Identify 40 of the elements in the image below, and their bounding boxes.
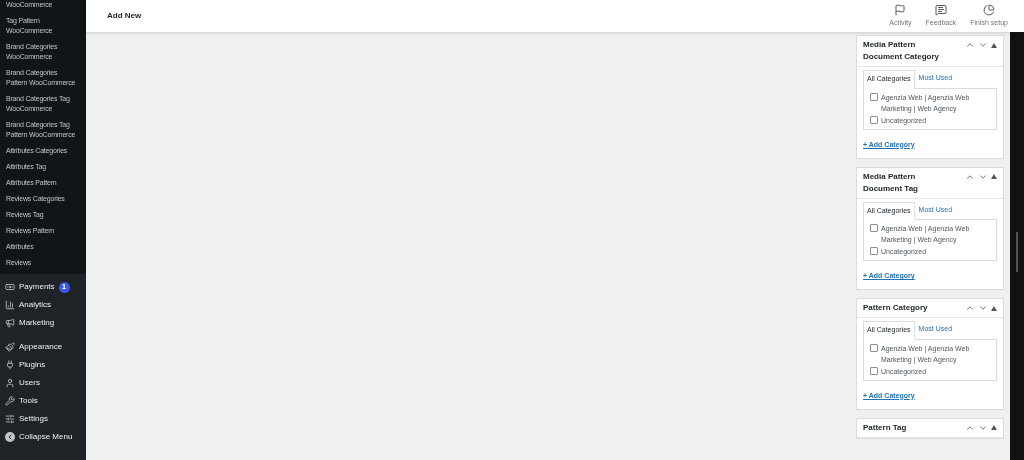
move-up-icon[interactable] xyxy=(965,303,975,313)
menu-item[interactable]: Payments xyxy=(19,281,55,293)
toggle-icon[interactable] xyxy=(991,42,997,48)
toggle-icon[interactable] xyxy=(991,305,997,311)
toggle-icon[interactable] xyxy=(991,174,997,179)
menu-item[interactable]: Plugins xyxy=(19,359,46,371)
message-icon xyxy=(934,3,947,16)
user-icon xyxy=(5,378,15,388)
box-title: Media Pattern Document Category xyxy=(863,39,940,63)
checkbox[interactable] xyxy=(870,115,878,124)
paintbrush-icon xyxy=(5,342,15,352)
toggle-icon[interactable] xyxy=(991,425,997,430)
menu-item[interactable]: Tools xyxy=(19,395,38,407)
count-badge: 1 xyxy=(58,281,70,293)
menu-item[interactable]: Marketing xyxy=(19,317,55,329)
chevron-left-icon xyxy=(5,432,15,442)
menu-item[interactable]: Users xyxy=(19,377,40,389)
checkbox[interactable] xyxy=(870,247,878,255)
menu-item[interactable]: Collapse Menu xyxy=(19,431,73,443)
box-title: Pattern Tag xyxy=(863,421,908,434)
menu-item[interactable]: Analytics xyxy=(19,299,51,311)
menu-item[interactable]: Appearance xyxy=(19,341,63,353)
move-up-icon[interactable] xyxy=(965,40,975,50)
checkbox[interactable] xyxy=(870,92,878,101)
box-title: Media Pattern Document Tag xyxy=(863,170,919,195)
flag-icon xyxy=(894,3,907,16)
box-title: Pattern Category xyxy=(863,302,929,314)
wrench-icon xyxy=(5,396,15,406)
menu-item[interactable]: Settings xyxy=(19,413,48,425)
sliders-icon xyxy=(5,414,15,424)
page-title: Add New xyxy=(107,10,142,22)
plug-icon xyxy=(5,360,15,370)
bar-chart-icon xyxy=(5,300,15,310)
megaphone-icon xyxy=(5,318,15,328)
checkbox[interactable] xyxy=(870,343,878,352)
scrollbar[interactable] xyxy=(1010,32,1024,460)
pie-chart-icon xyxy=(983,3,996,16)
checkbox[interactable] xyxy=(870,224,878,232)
checkbox[interactable] xyxy=(870,366,878,375)
banknote-icon xyxy=(5,282,15,292)
